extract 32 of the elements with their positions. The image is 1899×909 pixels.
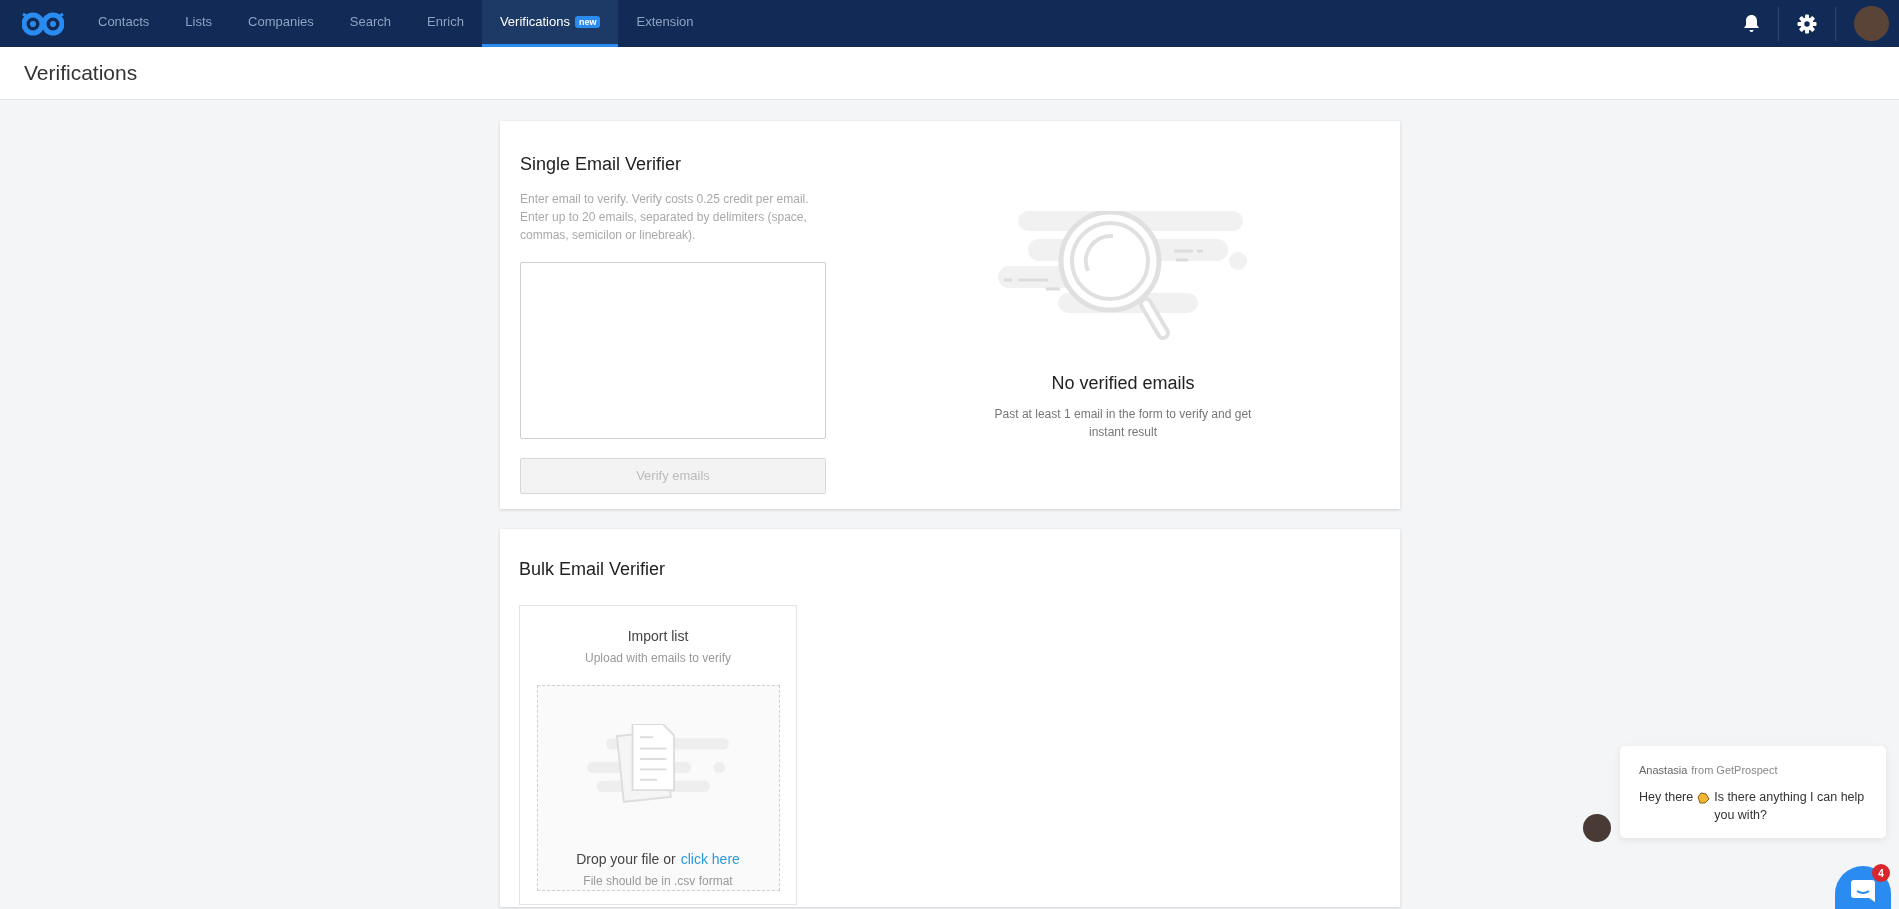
message-text: Hey there — [1639, 788, 1694, 806]
description-text: Enter email to verify. Verify costs 0.25 credit per email. Enter up to 20 emails, separated by delimiters (space, commas, semicilon or linebreak). — [520, 191, 810, 244]
file-format-hint: File should be in .csv format — [583, 873, 733, 890]
settings-icon[interactable] — [1797, 13, 1817, 34]
agent-avatar — [1583, 814, 1611, 842]
import-subtitle: Upload with emails to verify — [584, 650, 732, 667]
owl-logo-icon[interactable] — [22, 10, 64, 37]
nav-tab[interactable]: Extension — [618, 0, 712, 47]
card-title: Bulk Email Verifier — [519, 558, 667, 581]
unread-count-badge: 4 — [1872, 864, 1890, 882]
bell-icon[interactable] — [1743, 14, 1760, 33]
import-title: Import list — [627, 627, 689, 646]
nav-tab[interactable]: Enrich — [409, 0, 482, 47]
new-badge: new — [574, 16, 601, 28]
nav-tab[interactable]: Companies — [230, 0, 332, 47]
empty-state-text: Past at least 1 email in the form to verify and get instant result — [993, 406, 1253, 441]
chat-icon — [1851, 880, 1875, 902]
nav-tab[interactable]: Lists — [167, 0, 231, 47]
nav-tab[interactable]: Search — [331, 0, 409, 47]
sender-company: from GetProspect — [1691, 763, 1778, 778]
nav-tab[interactable]: Verifications new — [481, 0, 619, 47]
card-title: Single Email Verifier — [520, 153, 683, 176]
page-title: Verifications — [24, 60, 138, 87]
empty-state-title: No verified emails — [1051, 372, 1195, 395]
nav-tab[interactable]: Contacts — [80, 0, 168, 47]
upload-link[interactable]: click here — [680, 849, 740, 870]
message-text: Is there anything I can help you with? — [1714, 788, 1866, 824]
file-drop-zone[interactable]: Drop your file or click here File should be in .csv format — [536, 685, 780, 891]
sender-name: Anastasia — [1639, 763, 1688, 778]
email-input-field[interactable] — [520, 262, 826, 439]
drop-text: Drop your file or — [576, 850, 676, 869]
chat-launcher-button[interactable]: 4 — [1835, 866, 1891, 909]
